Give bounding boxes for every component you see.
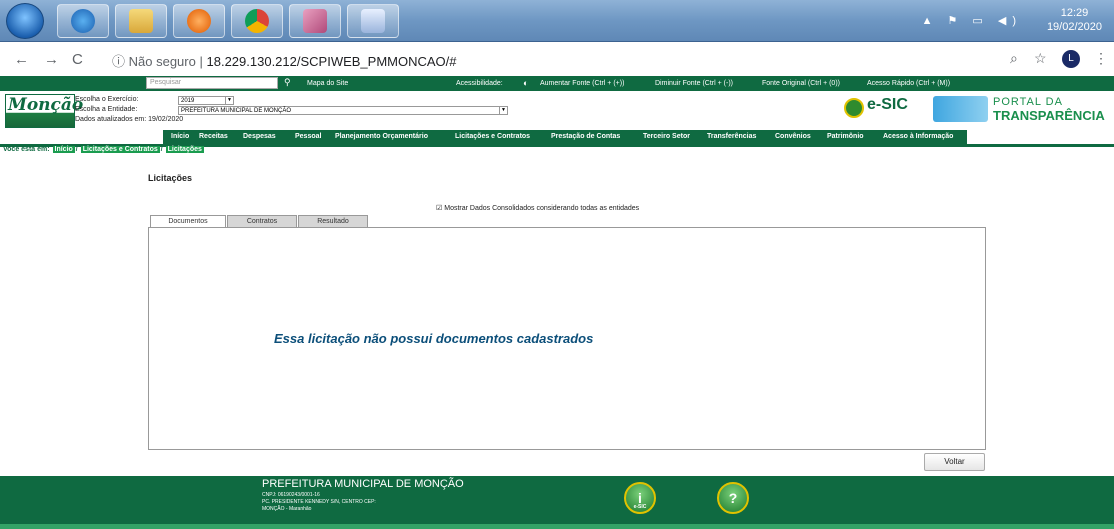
zoom-icon[interactable]: ⌕ bbox=[1010, 50, 1018, 67]
main-menu: Início Receitas Despesas Pessoal Planeja… bbox=[163, 130, 967, 144]
entity-label: Escolha a Entidade: bbox=[75, 106, 138, 113]
chrome-icon[interactable] bbox=[231, 4, 283, 38]
not-secure-label: Não seguro bbox=[128, 54, 196, 69]
esic-icon[interactable] bbox=[844, 98, 864, 118]
consolidated-checkbox[interactable]: ☑ Mostrar Dados Consolidados considerand… bbox=[436, 204, 639, 212]
breadcrumb-label: Você está em: bbox=[3, 146, 50, 153]
notepad-icon[interactable] bbox=[347, 4, 399, 38]
breadcrumb-item-licitacoes-contratos[interactable]: Licitações e Contratos bbox=[80, 146, 160, 153]
info-icon[interactable]: ⓘ bbox=[112, 54, 125, 69]
footer-cnpj: CNPJ: 06190243/0001-16 bbox=[262, 492, 320, 498]
ie-icon[interactable] bbox=[57, 4, 109, 38]
updated-date: Dados atualizados em: 19/02/2020 bbox=[75, 116, 184, 123]
start-button[interactable] bbox=[6, 3, 44, 39]
entity-value: PREFEITURA MUNICIPAL DE MONÇÃO bbox=[181, 108, 292, 114]
forward-icon[interactable]: → bbox=[44, 51, 59, 68]
portal-title-line2[interactable]: TRANSPARÊNCIA bbox=[993, 108, 1105, 123]
page-title: Licitações bbox=[148, 173, 193, 183]
search-icon[interactable]: ⚲ bbox=[284, 77, 291, 88]
browser-toolbar: ← → C ⓘ Não seguro | 18.229.130.212/SCPI… bbox=[0, 42, 1114, 74]
footer-esic-icon[interactable]: i e-SIC bbox=[624, 482, 656, 514]
breadcrumb: Você está em: Início / Licitações e Contr… bbox=[3, 146, 204, 153]
tab-contratos[interactable]: Contratos bbox=[227, 215, 297, 227]
consolidated-label: Mostrar Dados Consolidados considerando … bbox=[444, 205, 640, 212]
chevron-down-icon: ▼ bbox=[499, 107, 507, 114]
menu-item-terceiro-setor[interactable]: Terceiro Setor bbox=[643, 133, 690, 140]
footer-esic-label: e-SIC bbox=[633, 504, 647, 510]
menu-item-prestacao[interactable]: Prestação de Contas bbox=[551, 133, 620, 140]
footer-org-name: PREFEITURA MUNICIPAL DE MONÇÃO bbox=[262, 478, 464, 490]
clock-time: 12:29 bbox=[1060, 7, 1089, 19]
year-value: 2019 bbox=[181, 98, 195, 104]
menu-item-despesas[interactable]: Despesas bbox=[243, 133, 276, 140]
site-footer bbox=[0, 476, 1114, 524]
increase-font-link[interactable]: Aumentar Fonte (Ctrl + (+)) bbox=[540, 80, 624, 87]
breadcrumb-item-licitacoes[interactable]: Licitações bbox=[165, 146, 204, 153]
checkbox-checked-icon[interactable]: ☑ bbox=[436, 205, 442, 212]
system-tray-icons[interactable]: ▲ ⚑ ▭ ◀) bbox=[922, 14, 1022, 27]
clock[interactable]: 12:29 19/02/2020 bbox=[1047, 6, 1102, 34]
footer-city: MONÇÃO - Maranhão bbox=[262, 506, 312, 512]
logo-text: Monção bbox=[8, 95, 84, 115]
footer-bottom-bar bbox=[0, 524, 1114, 529]
star-icon[interactable]: ☆ bbox=[1034, 50, 1047, 67]
menu-dots-icon[interactable]: ⋮ bbox=[1094, 50, 1108, 67]
sitemap-link[interactable]: Mapa do Site bbox=[307, 80, 348, 87]
back-icon[interactable]: ← bbox=[14, 51, 29, 68]
url-divider: | bbox=[199, 54, 203, 69]
chevron-down-icon: ▼ bbox=[225, 97, 233, 104]
entity-select[interactable]: PREFEITURA MUNICIPAL DE MONÇÃO ▼ bbox=[178, 106, 508, 115]
accessibility-label: Acessibilidade: bbox=[456, 80, 503, 87]
empty-message: Essa licitação não possui documentos cad… bbox=[274, 331, 594, 346]
menu-item-inicio[interactable]: Início bbox=[171, 133, 189, 140]
footer-help-icon[interactable]: ? bbox=[717, 482, 749, 514]
profile-avatar[interactable]: L bbox=[1062, 50, 1080, 68]
year-select[interactable]: 2019 ▼ bbox=[178, 96, 234, 105]
reload-icon[interactable]: C bbox=[72, 51, 83, 68]
back-button[interactable]: Voltar bbox=[924, 453, 985, 471]
menu-item-licitacoes[interactable]: Licitações e Contratos bbox=[455, 133, 530, 140]
footer-address: PC. PRESIDENTE KENNEDY S/N, CENTRO CEP: bbox=[262, 499, 376, 505]
search-input[interactable]: Pesquisar bbox=[146, 77, 278, 89]
contrast-icon[interactable]: ◐ bbox=[523, 78, 528, 88]
media-player-icon[interactable] bbox=[173, 4, 225, 38]
menu-item-receitas[interactable]: Receitas bbox=[199, 133, 228, 140]
tab-resultado[interactable]: Resultado bbox=[298, 215, 368, 227]
menu-item-pessoal[interactable]: Pessoal bbox=[295, 133, 321, 140]
quick-access-link[interactable]: Acesso Rápido (Ctrl + (M)) bbox=[867, 80, 950, 87]
menu-item-acesso[interactable]: Acesso à Informação bbox=[883, 133, 953, 140]
url-text: 18.229.130.212/SCPIWEB_PMMONCAO/# bbox=[206, 54, 457, 69]
esic-link[interactable]: e-SIC bbox=[867, 96, 908, 114]
clock-date: 19/02/2020 bbox=[1046, 21, 1102, 33]
address-bar[interactable]: ⓘ Não seguro | 18.229.130.212/SCPIWEB_PM… bbox=[112, 51, 457, 70]
transparency-portal-icon[interactable] bbox=[933, 96, 988, 122]
menu-item-patrimonio[interactable]: Patrimônio bbox=[827, 133, 864, 140]
menu-item-planejamento[interactable]: Planejamento Orçamentário bbox=[335, 133, 428, 140]
paint-icon[interactable] bbox=[289, 4, 341, 38]
folder-icon[interactable] bbox=[115, 4, 167, 38]
breadcrumb-item-inicio[interactable]: Início bbox=[52, 146, 75, 153]
portal-title-line1[interactable]: PORTAL DA bbox=[993, 96, 1063, 108]
original-font-link[interactable]: Fonte Original (Ctrl + (0)) bbox=[762, 80, 840, 87]
taskbar: ▲ ⚑ ▭ ◀) 12:29 19/02/2020 bbox=[0, 0, 1114, 42]
menu-item-convenios[interactable]: Convênios bbox=[775, 133, 811, 140]
menu-item-transferencias[interactable]: Transferências bbox=[707, 133, 756, 140]
year-label: Escolha o Exercício: bbox=[75, 96, 139, 103]
decrease-font-link[interactable]: Diminuir Fonte (Ctrl + (-)) bbox=[655, 80, 733, 87]
accessibility-bar: Pesquisar ⚲ Mapa do Site Acessibilidade:… bbox=[0, 76, 1114, 91]
